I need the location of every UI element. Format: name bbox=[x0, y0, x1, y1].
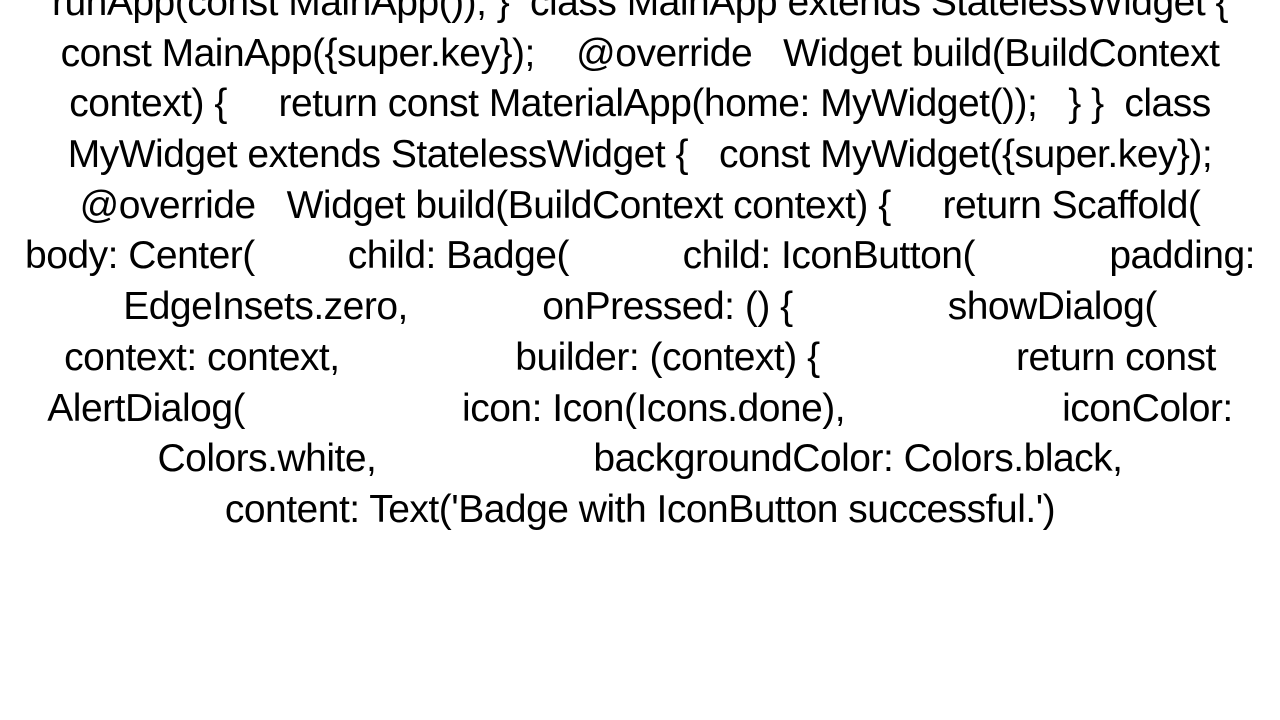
code-snippet-container: runApp(const MainApp()); } class MainApp… bbox=[0, 0, 1280, 720]
code-text: runApp(const MainApp()); } class MainApp… bbox=[20, 0, 1260, 536]
